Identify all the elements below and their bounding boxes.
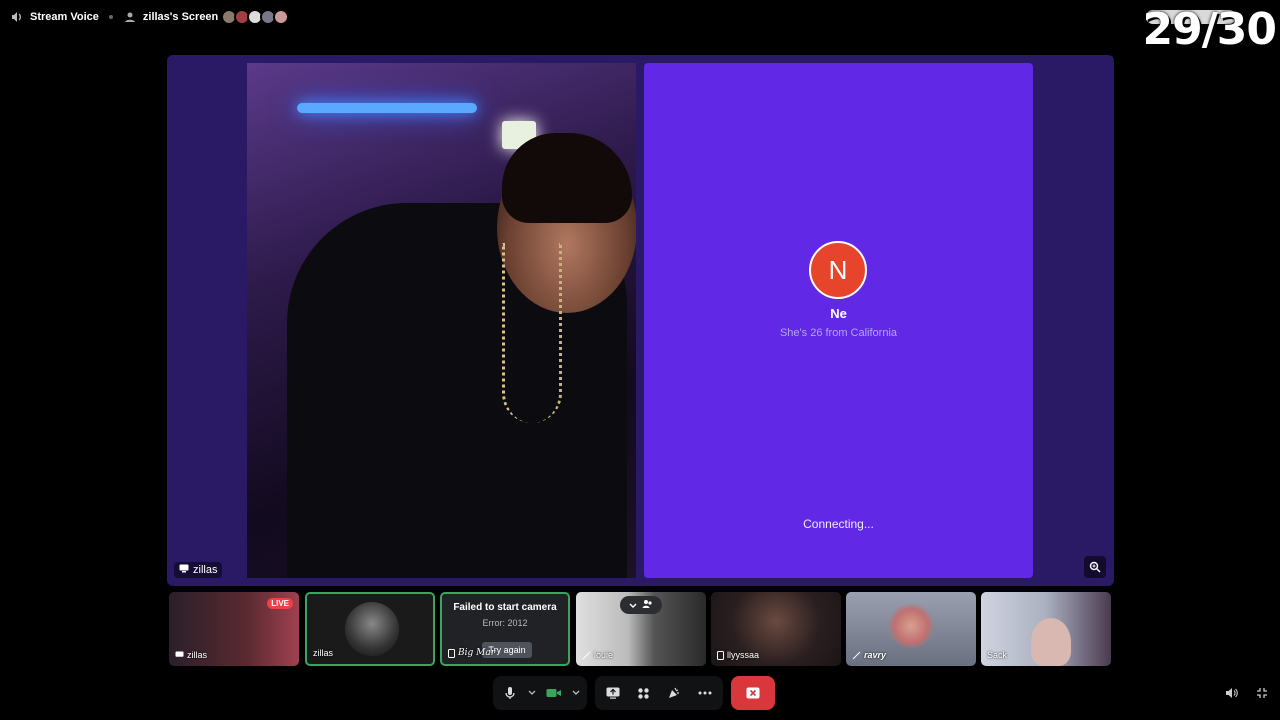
phone-icon — [448, 648, 455, 658]
video-tile-ne[interactable]: N Ne She's 26 from California Connecting… — [644, 63, 1033, 578]
error-code: Error: 2012 — [482, 618, 528, 628]
avatar — [273, 9, 290, 25]
disconnect-icon — [746, 687, 760, 699]
disconnect-button[interactable] — [731, 676, 775, 710]
call-controls — [0, 676, 1280, 710]
live-badge: LIVE — [267, 598, 293, 609]
screen-title[interactable]: zillas's Screen — [143, 11, 218, 23]
screen-share-button[interactable] — [601, 680, 626, 706]
avatar: N — [809, 241, 867, 299]
microphone-button[interactable] — [499, 680, 521, 706]
phone-icon — [717, 650, 724, 660]
participant-name: ravry — [852, 650, 886, 660]
participant-tile[interactable]: ravry — [846, 592, 976, 666]
more-button[interactable] — [693, 680, 718, 706]
participant-tile[interactable]: llyyssaa — [711, 592, 841, 666]
participant-name: llyyssaa — [717, 650, 759, 660]
zoom-icon[interactable] — [1084, 556, 1106, 578]
participant-tile[interactable]: LIVE zillas — [169, 592, 299, 666]
counter-overlay: 29/30 — [1142, 4, 1277, 55]
volume-icon[interactable] — [1223, 684, 1241, 702]
main-stage: N Ne She's 26 from California Connecting… — [167, 55, 1114, 586]
activities-button[interactable] — [632, 680, 657, 706]
neon-light — [297, 103, 477, 113]
audio-video-group — [493, 676, 587, 710]
activities-icon — [638, 687, 649, 699]
participant-tile[interactable]: zillas — [305, 592, 435, 666]
avatar — [345, 602, 399, 656]
user-avatar-icon — [123, 10, 137, 24]
participant-tile[interactable]: louie — [576, 592, 706, 666]
chevron-down-icon[interactable] — [629, 596, 637, 614]
top-bar: Stream Voice zillas's Screen — [0, 0, 1280, 34]
exit-fullscreen-icon[interactable] — [1253, 684, 1271, 702]
microphone-icon — [505, 687, 515, 699]
more-icon — [698, 691, 712, 695]
avatar — [1031, 618, 1071, 666]
participant-name: zillas — [175, 650, 207, 660]
participant-name: Sack — [987, 650, 1008, 660]
channel-name[interactable]: Stream Voice — [30, 11, 99, 23]
screen-share-icon — [179, 564, 189, 576]
chevron-down-icon[interactable] — [571, 680, 581, 706]
soundboard-icon — [669, 687, 680, 698]
participant-subtitle: She's 26 from California — [779, 327, 898, 339]
actions-group — [595, 676, 723, 710]
separator-dot — [108, 15, 113, 19]
screen-share-icon — [175, 651, 184, 657]
mute-icon — [582, 651, 591, 659]
participant-name: zillas — [313, 648, 334, 658]
screen-share-icon — [606, 687, 620, 699]
participant-tile[interactable]: Sack — [981, 592, 1111, 666]
error-title: Failed to start camera — [453, 602, 557, 613]
chevron-down-icon[interactable] — [527, 680, 537, 706]
connecting-status: Connecting... — [803, 517, 874, 531]
stage-name: zillas — [193, 564, 218, 576]
soundboard-button[interactable] — [662, 680, 687, 706]
participant-name: louie — [582, 650, 613, 660]
chain — [502, 243, 562, 423]
camera-button[interactable] — [543, 680, 565, 706]
mute-icon — [852, 651, 861, 659]
participant-name: Big Mar — [448, 648, 495, 658]
participant-avatars[interactable] — [221, 9, 290, 25]
participant-tile-error[interactable]: Failed to start camera Error: 2012 Try a… — [440, 592, 570, 666]
participant-strip: LIVE zillas zillas Failed to start camer… — [167, 592, 1112, 666]
camera-icon — [546, 689, 561, 697]
video-tile-zillas[interactable] — [247, 63, 636, 578]
stage-nametag: zillas — [174, 562, 223, 578]
avatar — [886, 604, 936, 648]
participant-name: Ne — [830, 306, 847, 321]
tile-controls[interactable] — [620, 596, 662, 614]
speaker-icon — [10, 10, 24, 24]
people-icon[interactable] — [642, 596, 653, 614]
person-hair — [502, 133, 632, 223]
